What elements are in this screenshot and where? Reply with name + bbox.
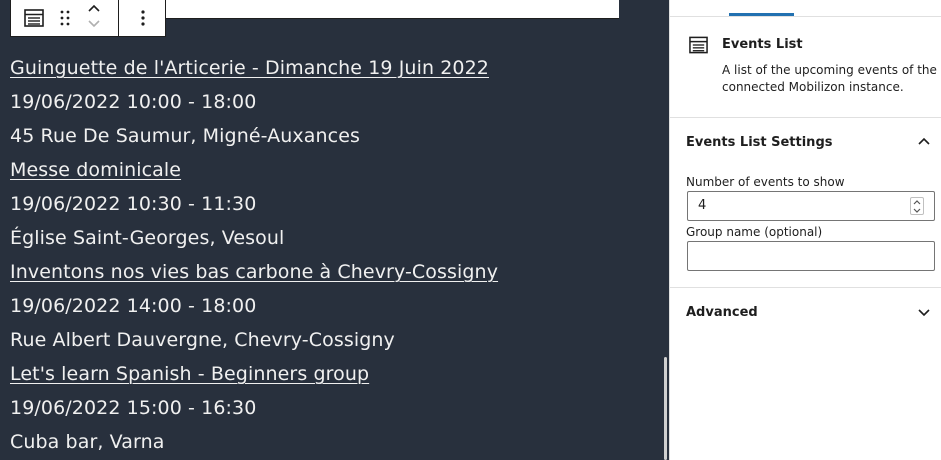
- chevron-down-icon: [918, 309, 930, 317]
- event-time: 19/06/2022 10:00 - 18:00: [10, 91, 257, 113]
- settings-sidebar: Events List A list of the upcoming event…: [669, 0, 941, 460]
- editor-canvas[interactable]: Guinguette de l'Articerie - Dimanche 19 …: [0, 0, 669, 460]
- drag-handle[interactable]: [55, 0, 75, 36]
- number-of-events-value: 4: [698, 198, 707, 213]
- event-title-link[interactable]: Guinguette de l'Articerie - Dimanche 19 …: [10, 56, 489, 80]
- block-title: Events List: [722, 37, 803, 52]
- event-title-link[interactable]: Inventons nos vies bas carbone à Chevry-…: [10, 260, 498, 284]
- drag-icon: [60, 10, 70, 25]
- event-location: Cuba bar, Varna: [10, 431, 165, 453]
- chevron-up-icon: [918, 137, 930, 145]
- list-icon: [24, 8, 44, 27]
- group-name-label: Group name (optional): [686, 225, 823, 239]
- block-description: A list of the upcoming events of the con…: [722, 63, 937, 94]
- canvas-scrollbar[interactable]: [664, 357, 667, 460]
- stepper-down-icon: [913, 208, 921, 213]
- advanced-panel-toggle[interactable]: Advanced: [670, 288, 941, 336]
- chevron-up-icon: [88, 4, 100, 12]
- advanced-panel-title: Advanced: [686, 305, 758, 320]
- stepper-up-icon: [913, 199, 921, 204]
- block-toolbar-area: [166, 0, 619, 19]
- group-name-input[interactable]: [687, 241, 935, 271]
- more-vertical-icon: [141, 9, 145, 26]
- event-time: 19/06/2022 10:30 - 11:30: [10, 193, 257, 215]
- event-time: 19/06/2022 15:00 - 16:30: [10, 397, 257, 419]
- toolbar-divider: [118, 0, 119, 36]
- list-icon: [689, 36, 708, 54]
- chevron-down-icon: [88, 20, 100, 28]
- settings-panel-toggle[interactable]: Events List Settings: [670, 118, 941, 166]
- block-type-button[interactable]: [19, 0, 49, 36]
- move-down-button[interactable]: [83, 16, 105, 32]
- block-toolbar: [10, 0, 166, 37]
- number-stepper[interactable]: [910, 197, 924, 215]
- event-location: 45 Rue De Saumur, Migné-Auxances: [10, 125, 360, 147]
- move-up-button[interactable]: [83, 0, 105, 17]
- divider: [670, 16, 941, 17]
- event-title-link[interactable]: Let's learn Spanish - Beginners group: [10, 362, 369, 386]
- event-location: Église Saint-Georges, Vesoul: [10, 227, 285, 249]
- event-title-link[interactable]: Messe dominicale: [10, 158, 181, 182]
- number-of-events-label: Number of events to show: [686, 175, 845, 189]
- settings-panel-title: Events List Settings: [686, 135, 833, 150]
- more-options-button[interactable]: [121, 0, 165, 36]
- number-of-events-input[interactable]: 4: [687, 191, 935, 221]
- event-location: Rue Albert Dauvergne, Chevry-Cossigny: [10, 329, 395, 351]
- event-time: 19/06/2022 14:00 - 18:00: [10, 295, 257, 317]
